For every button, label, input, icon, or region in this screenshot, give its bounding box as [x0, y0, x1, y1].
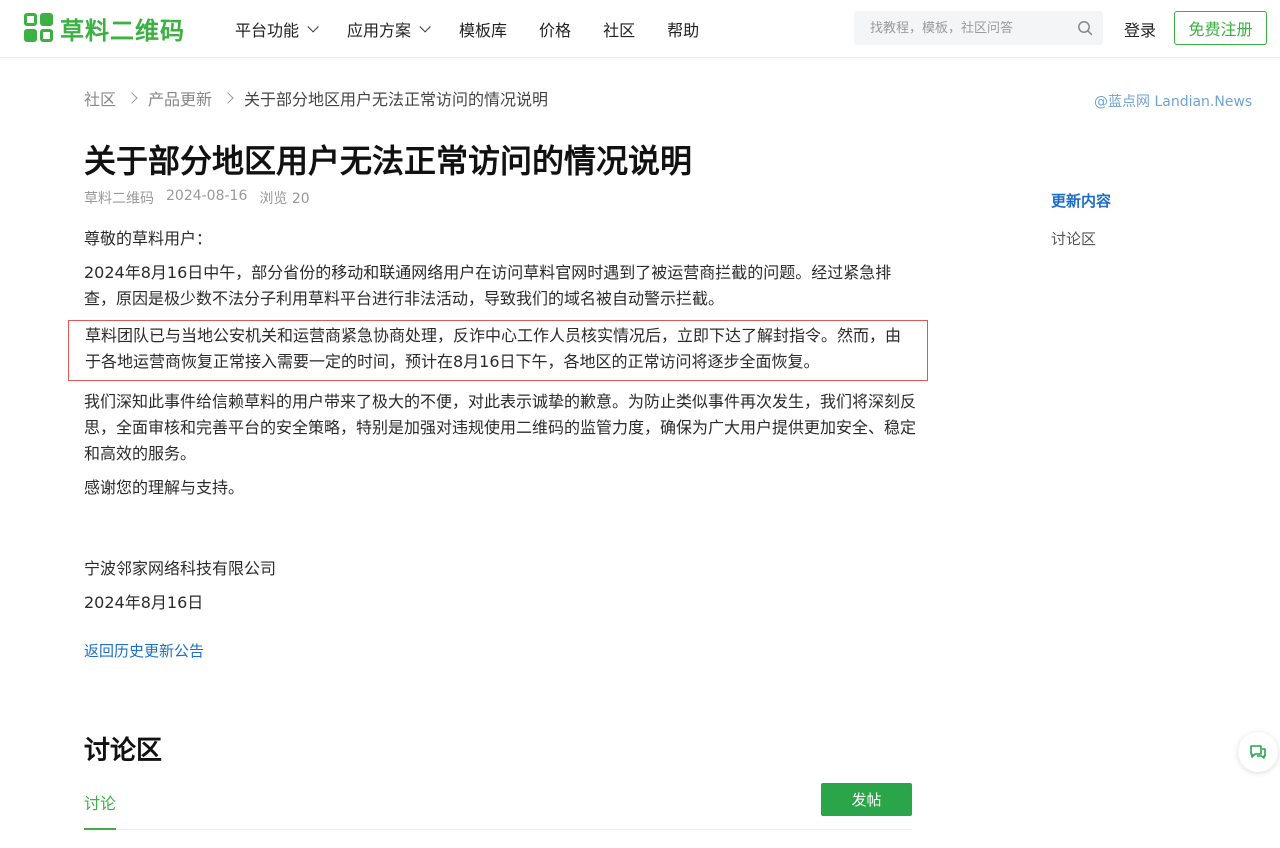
logo[interactable]: 草料二维码	[24, 12, 185, 45]
article-meta: 草料二维码 2024-08-16 浏览 20	[84, 188, 322, 208]
table-of-contents: 更新内容 讨论区	[1051, 190, 1111, 266]
nav-item-templates[interactable]: 模板库	[459, 17, 507, 41]
article-views: 浏览 20	[259, 191, 310, 207]
nav-label: 帮助	[667, 21, 700, 40]
chevron-right-icon	[126, 92, 138, 104]
nav-item-community[interactable]: 社区	[603, 17, 635, 41]
search-box	[854, 11, 1103, 45]
nav-item-solutions[interactable]: 应用方案	[347, 17, 431, 41]
toc-item-update-content[interactable]: 更新内容	[1051, 190, 1111, 211]
breadcrumb-item-current: 关于部分地区用户无法正常访问的情况说明	[244, 90, 549, 109]
nav-label: 平台功能	[235, 21, 300, 40]
new-post-button[interactable]: 发帖	[821, 783, 912, 816]
chat-float-button[interactable]	[1238, 732, 1278, 772]
company-name: 宁波邻家网络科技有限公司	[84, 559, 277, 578]
paragraph-1: 2024年8月16日中午，部分省份的移动和联通网络用户在访问草料官网时遇到了被运…	[84, 263, 892, 308]
main-nav: 平台功能 应用方案 模板库 价格 社区 帮助	[235, 0, 731, 58]
nav-label: 社区	[603, 21, 636, 40]
paragraph-3: 我们深知此事件给信赖草料的用户带来了极大的不便，对此表示诚挚的歉意。为防止类似事…	[84, 392, 917, 463]
article-date: 2024-08-16	[166, 188, 248, 204]
nav-item-help[interactable]: 帮助	[667, 17, 699, 41]
chevron-down-icon	[419, 21, 431, 33]
chevron-down-icon	[307, 21, 319, 33]
nav-label: 价格	[539, 21, 572, 40]
logo-icon	[24, 13, 54, 43]
nav-label: 应用方案	[347, 21, 412, 40]
breadcrumb: 社区 产品更新 关于部分地区用户无法正常访问的情况说明	[84, 86, 548, 110]
discussion-tabs: 讨论 发帖	[84, 782, 912, 830]
signature-date: 2024年8月16日	[84, 593, 204, 612]
breadcrumb-item-community[interactable]: 社区	[84, 86, 116, 110]
back-to-history-link[interactable]: 返回历史更新公告	[84, 640, 204, 661]
chevron-right-icon	[222, 92, 234, 104]
thanks-text: 感谢您的理解与支持。	[84, 478, 245, 497]
breadcrumb-item-product-updates[interactable]: 产品更新	[148, 86, 212, 110]
article-author: 草料二维码	[84, 191, 154, 207]
discussion-title: 讨论区	[84, 736, 163, 766]
nav-item-pricing[interactable]: 价格	[539, 17, 571, 41]
toc-item-discussion[interactable]: 讨论区	[1051, 228, 1111, 249]
watermark: @蓝点网 Landian.News	[1094, 94, 1253, 110]
signup-button[interactable]: 免费注册	[1174, 11, 1267, 45]
highlighted-paragraph: 草料团队已与当地公安机关和运营商紧急协商处理，反诈中心工作人员核实情况后，立即下…	[68, 320, 928, 381]
nav-label: 模板库	[459, 21, 508, 40]
greeting: 尊敬的草料用户：	[84, 229, 213, 248]
nav-item-platform-features[interactable]: 平台功能	[235, 17, 319, 41]
chat-icon	[1250, 745, 1266, 759]
logo-text: 草料二维码	[60, 16, 185, 45]
page-title: 关于部分地区用户无法正常访问的情况说明	[84, 142, 693, 180]
tab-discussion[interactable]: 讨论	[84, 790, 117, 830]
top-navbar: 草料二维码 平台功能 应用方案 模板库 价格 社区 帮助 登录 免费注册	[0, 0, 1280, 58]
login-link[interactable]: 登录	[1124, 17, 1156, 41]
article-body: 尊敬的草料用户： 2024年8月16日中午，部分省份的移动和联通网络用户在访问草…	[68, 226, 928, 509]
search-icon[interactable]	[1077, 20, 1093, 36]
signature: 宁波邻家网络科技有限公司 2024年8月16日	[84, 552, 276, 620]
search-input[interactable]	[854, 20, 1064, 36]
